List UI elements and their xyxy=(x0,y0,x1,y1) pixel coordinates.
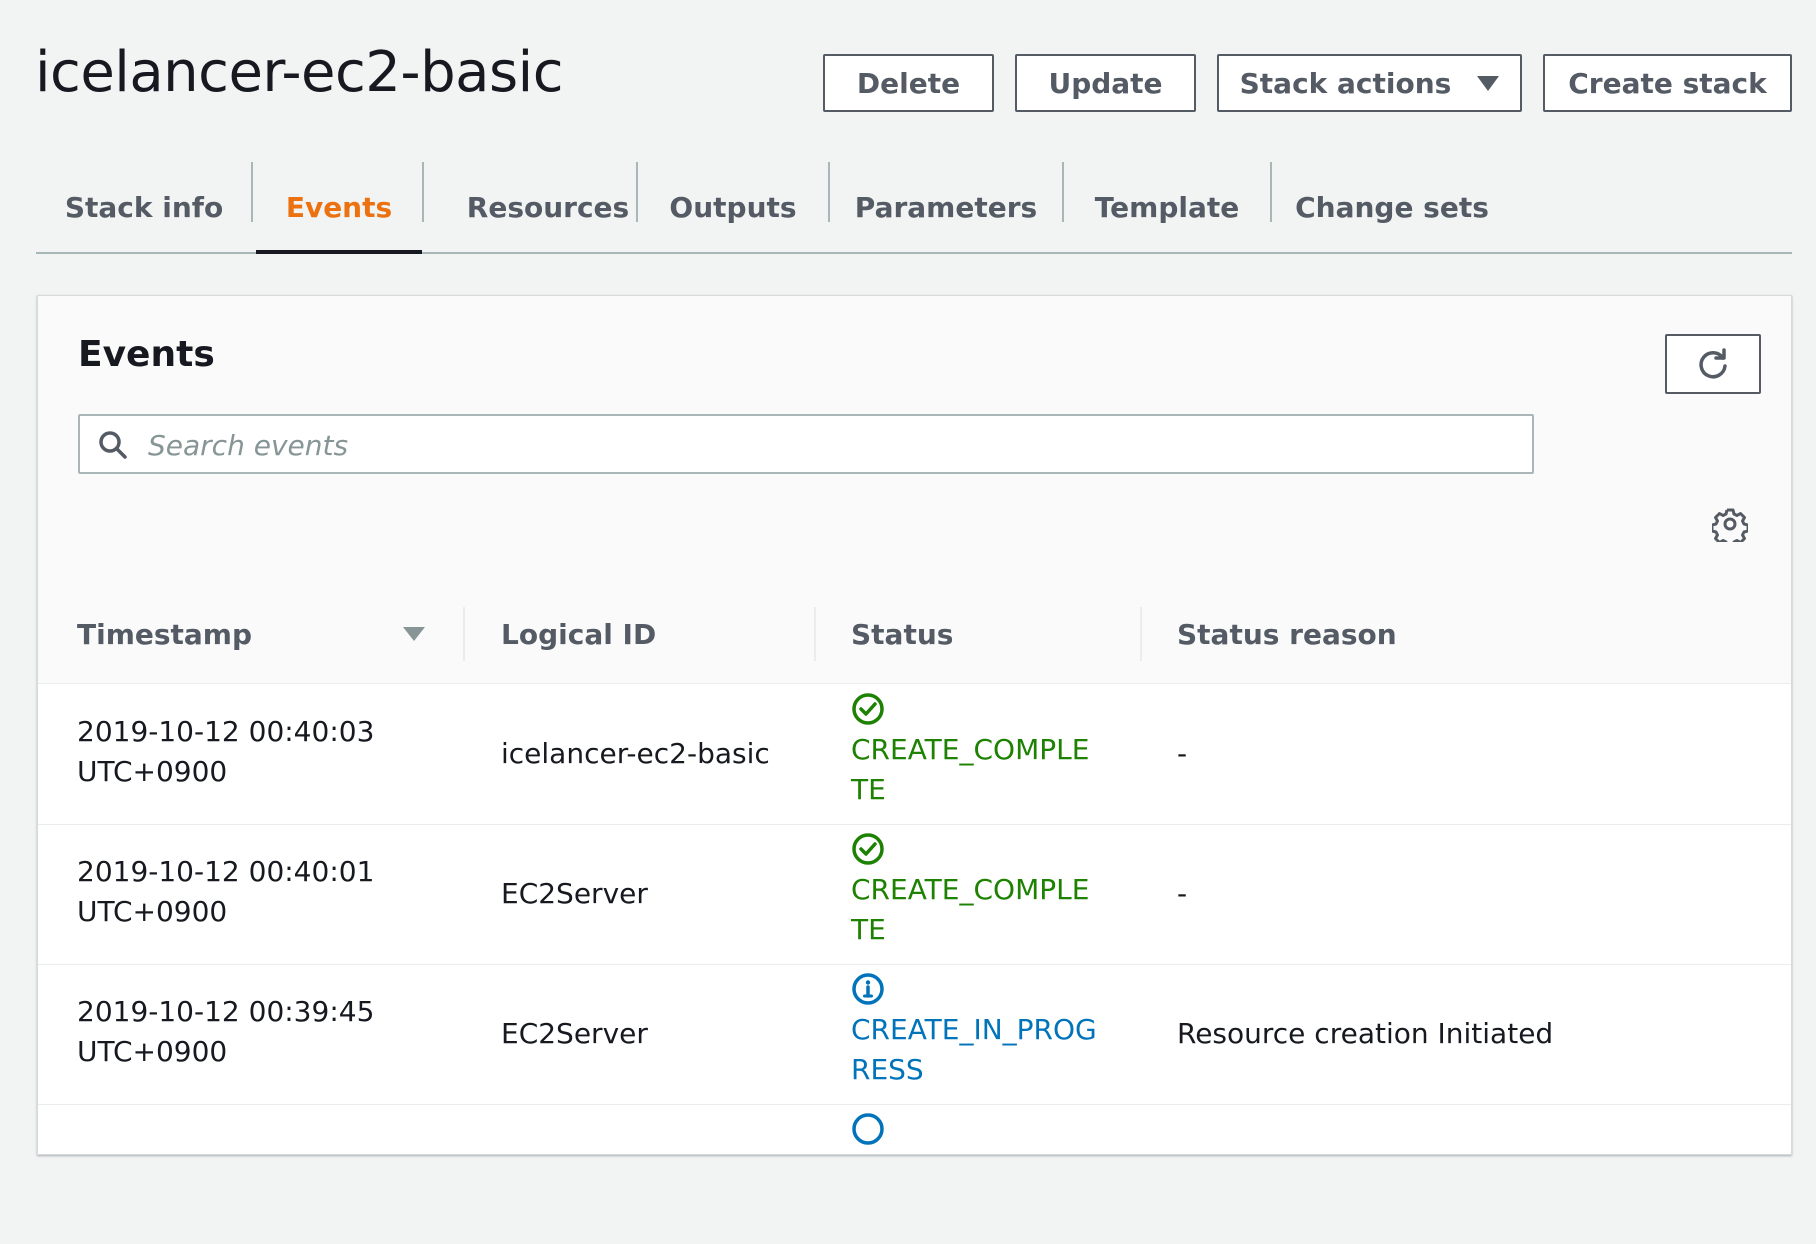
logical-id-cell: icelancer-ec2-basic xyxy=(501,737,770,770)
info-circle-icon xyxy=(852,1113,884,1145)
timestamp-cell: 2019-10-12 00:39:45 UTC+0900 xyxy=(77,992,397,1072)
settings-gear-icon[interactable] xyxy=(1712,506,1748,542)
table-row[interactable] xyxy=(38,1104,1791,1244)
column-divider xyxy=(814,607,816,661)
table-row[interactable]: 2019-10-12 00:39:45 UTC+0900 EC2Server C… xyxy=(38,964,1791,1105)
events-panel: Events Timestamp Logical ID St xyxy=(37,295,1792,1155)
status-cell: CREATE_COMPLETE xyxy=(851,692,1101,810)
status-cell xyxy=(851,1112,1101,1150)
tab-resources[interactable]: Resources xyxy=(424,162,672,252)
status-reason-cell: - xyxy=(1177,737,1188,770)
tab-parameters[interactable]: Parameters xyxy=(830,162,1062,252)
stack-actions-label: Stack actions xyxy=(1239,66,1452,100)
delete-button[interactable]: Delete xyxy=(823,54,994,112)
column-header-logical-id[interactable]: Logical ID xyxy=(501,585,656,683)
column-header-timestamp[interactable]: Timestamp xyxy=(77,585,252,683)
events-title: Events xyxy=(78,334,215,375)
status-reason-cell: Resource creation Initiated xyxy=(1177,1017,1554,1050)
logical-id-cell: EC2Server xyxy=(501,877,648,910)
tab-stack-info[interactable]: Stack info xyxy=(36,162,252,252)
status-cell: CREATE_IN_PROGRESS xyxy=(851,972,1101,1090)
tab-outputs[interactable]: Outputs xyxy=(638,162,828,252)
create-stack-button[interactable]: Create stack xyxy=(1543,54,1792,112)
search-events-field[interactable] xyxy=(78,414,1534,474)
status-reason-cell: - xyxy=(1177,877,1188,910)
status-text: CREATE_COMPLETE xyxy=(851,733,1090,806)
timestamp-timezone: UTC+0900 xyxy=(77,1035,228,1068)
tab-events[interactable]: Events xyxy=(256,162,422,254)
table-row[interactable]: 2019-10-12 00:40:01 UTC+0900 EC2Server C… xyxy=(38,824,1791,965)
column-header-status-reason[interactable]: Status reason xyxy=(1177,585,1397,683)
tab-change-sets[interactable]: Change sets xyxy=(1272,162,1512,252)
timestamp-timezone: UTC+0900 xyxy=(77,895,228,928)
status-text: CREATE_COMPLETE xyxy=(851,873,1090,946)
timestamp-timezone: UTC+0900 xyxy=(77,755,228,788)
caret-down-icon xyxy=(1477,75,1500,91)
check-circle-icon xyxy=(852,693,884,725)
status-text: CREATE_IN_PROGRESS xyxy=(851,1013,1097,1086)
column-header-status[interactable]: Status xyxy=(851,585,953,683)
tab-template[interactable]: Template xyxy=(1064,162,1270,252)
events-panel-header: Events xyxy=(38,296,1791,586)
events-table-header: Timestamp Logical ID Status Status reaso… xyxy=(38,585,1791,684)
tab-bar: Stack info Events Resources Outputs Para… xyxy=(36,162,1792,254)
timestamp-date: 2019-10-12 00:40:03 xyxy=(77,715,375,748)
timestamp-date: 2019-10-12 00:39:45 xyxy=(77,995,375,1028)
timestamp-date: 2019-10-12 00:40:01 xyxy=(77,855,375,888)
sort-descending-icon[interactable] xyxy=(403,627,425,641)
search-icon xyxy=(99,431,127,459)
timestamp-cell: 2019-10-12 00:40:03 UTC+0900 xyxy=(77,712,397,792)
check-circle-icon xyxy=(852,833,884,865)
column-divider xyxy=(463,607,465,661)
tab-divider xyxy=(251,162,253,222)
search-input[interactable] xyxy=(146,422,1520,468)
table-row[interactable]: 2019-10-12 00:40:03 UTC+0900 icelancer-e… xyxy=(38,684,1791,825)
column-divider xyxy=(1140,607,1142,661)
page-title: icelancer-ec2-basic xyxy=(35,40,564,105)
timestamp-cell: 2019-10-12 00:40:01 UTC+0900 xyxy=(77,852,397,932)
update-button[interactable]: Update xyxy=(1015,54,1196,112)
status-cell: CREATE_COMPLETE xyxy=(851,832,1101,950)
refresh-icon xyxy=(1699,348,1727,379)
stack-actions-button[interactable]: Stack actions xyxy=(1217,54,1522,112)
info-circle-icon xyxy=(852,973,884,1005)
refresh-button[interactable] xyxy=(1665,334,1761,394)
logical-id-cell: EC2Server xyxy=(501,1017,648,1050)
